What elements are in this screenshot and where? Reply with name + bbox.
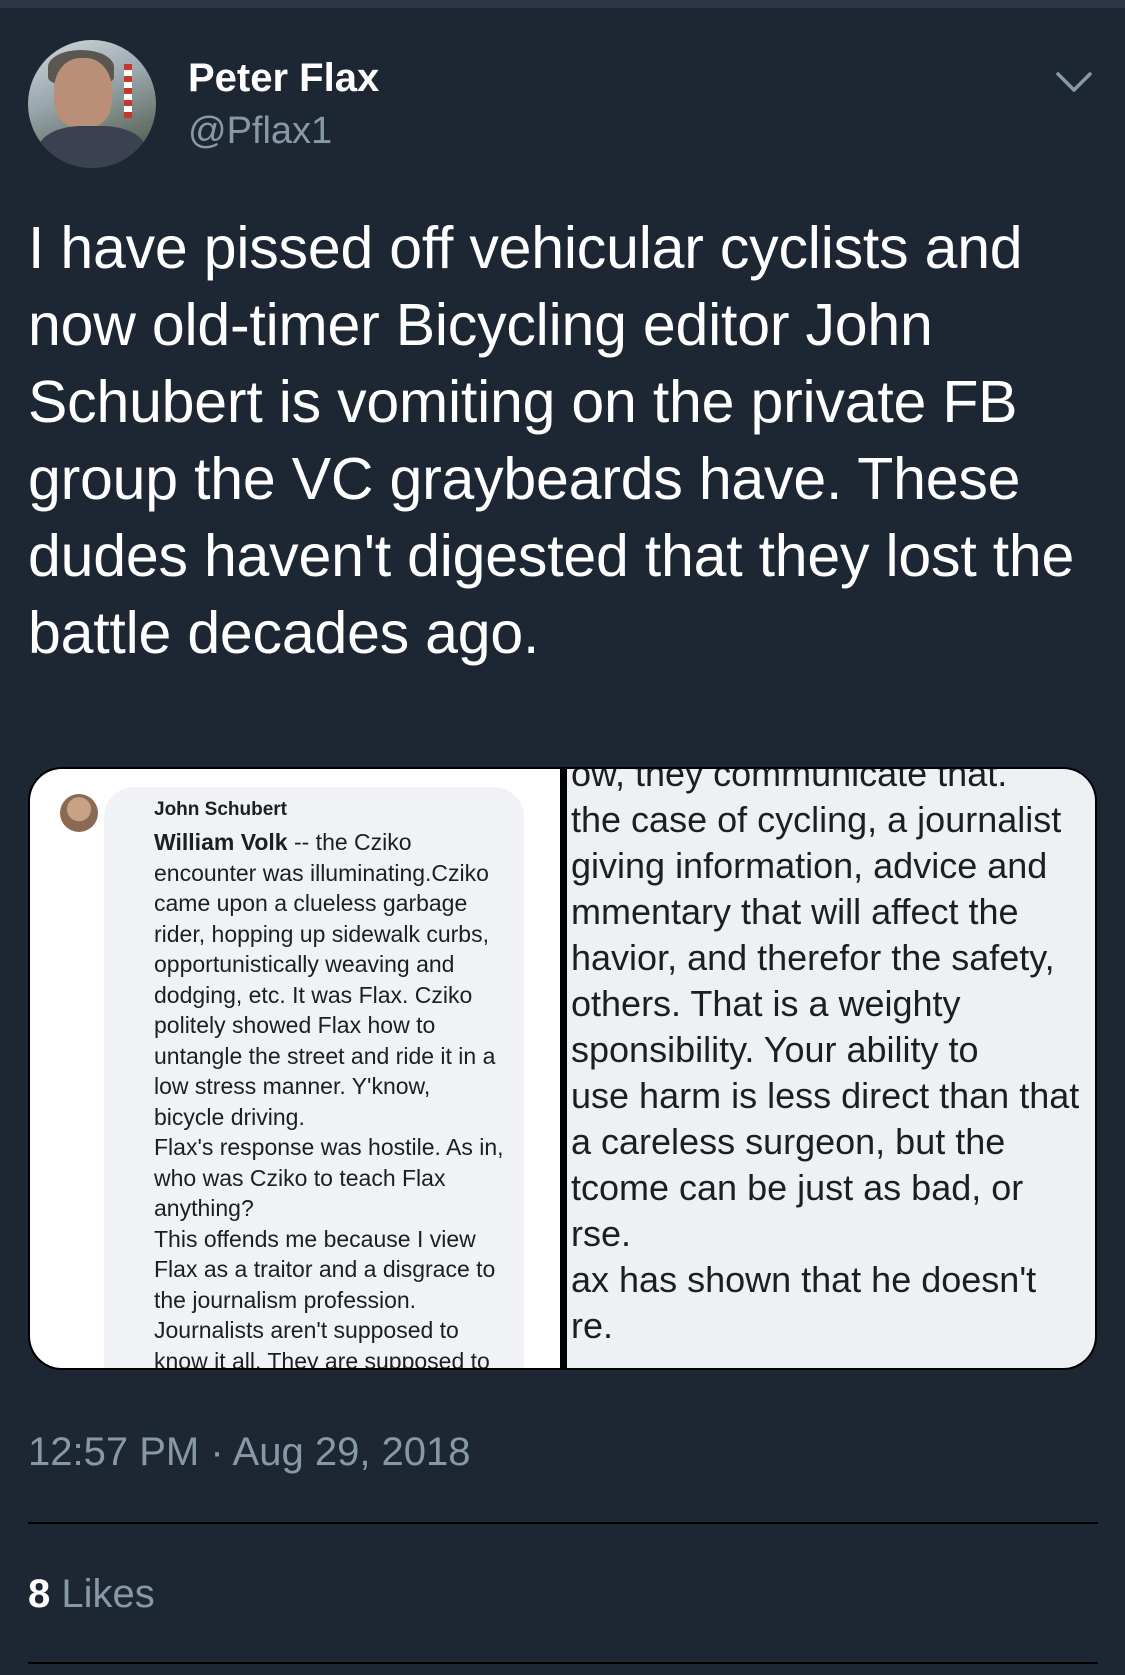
zoomed-line: havior, and therefor the safety, [571,937,1055,978]
comment-line: William Volk -- the Cziko [154,829,412,855]
comment-line: This offends me because I view [154,1225,476,1252]
comment-line: know it all. They are supposed to [154,1347,490,1370]
comment-line: encounter was illuminating.Cziko [154,859,489,886]
zoomed-line: ow, they communicate that. [571,769,1008,794]
zoomed-line: rse. [571,1213,632,1254]
zoomed-line: tcome can be just as bad, or [571,1167,1024,1208]
chevron-down-icon[interactable] [1054,62,1094,102]
divider [28,1522,1098,1524]
comment-line: who was Cziko to teach Flax [154,1164,446,1191]
comment-line: opportunistically weaving and [154,951,455,977]
comment-line: bicycle driving. [154,1103,305,1130]
tweet-header: Peter Flax @Pflax1 [28,40,1098,170]
zoomed-line: sponsibility. Your ability to [571,1029,979,1070]
comment-mention: William Volk [154,829,288,855]
comment-line: the journalism profession. [154,1286,417,1313]
comment-line: Journalists aren't supposed to [154,1317,459,1343]
author-avatar[interactable] [28,40,156,168]
zoomed-line: giving information, advice and [571,845,1048,886]
zoomed-comment-text: ow, they communicate that. the case of c… [571,769,1095,1349]
author-handle[interactable]: @Pflax1 [188,110,332,153]
comment-line: anything? [154,1195,254,1221]
top-edge [0,0,1125,8]
media-image-right[interactable]: ow, they communicate that. the case of c… [567,769,1095,1368]
zoomed-line: ax has shown that he doesn't [571,1259,1037,1300]
comment-line: rider, hopping up sidewalk curbs, [154,920,489,947]
zoomed-line: mmentary that will affect the [571,891,1019,932]
comment-line: low stress manner. Y'know, [154,1073,431,1099]
media-image-left[interactable]: John Schubert William Volk -- the Cziko … [30,769,560,1370]
tweet-text: I have pissed off vehicular cyclists and… [28,215,1075,666]
comment-line: came upon a clueless garbage [154,890,468,916]
likes-stat[interactable]: 8 Likes [28,1572,155,1617]
media-attachment[interactable]: John Schubert William Volk -- the Cziko … [28,767,1097,1370]
zoomed-line: use harm is less direct than that [571,1075,1080,1116]
likes-count: 8 [28,1572,51,1616]
commenter-name: John Schubert [154,799,288,820]
author-name[interactable]: Peter Flax [188,56,379,101]
comment-line: politely showed Flax how to [154,1012,436,1038]
comment-text: William Volk -- the Cziko encounter was … [154,827,526,1370]
comment-line: untangle the street and ride it in a [154,1042,496,1069]
zoomed-line: re. [571,1305,614,1346]
commenter-avatar [60,794,98,832]
zoomed-line: a careless surgeon, but the [571,1121,1006,1162]
zoomed-line: the case of cycling, a journalist [571,799,1062,840]
comment-line: Flax's response was hostile. As in, [154,1134,504,1160]
comment-line: Flax as a traitor and a disgrace to [154,1256,496,1282]
likes-label: Likes [61,1572,155,1616]
comment-line: dodging, etc. It was Flax. Cziko [154,981,473,1008]
divider [28,1662,1098,1664]
tweet-timestamp[interactable]: 12:57 PM · Aug 29, 2018 [28,1430,471,1475]
zoomed-line: others. That is a weighty [571,983,961,1024]
